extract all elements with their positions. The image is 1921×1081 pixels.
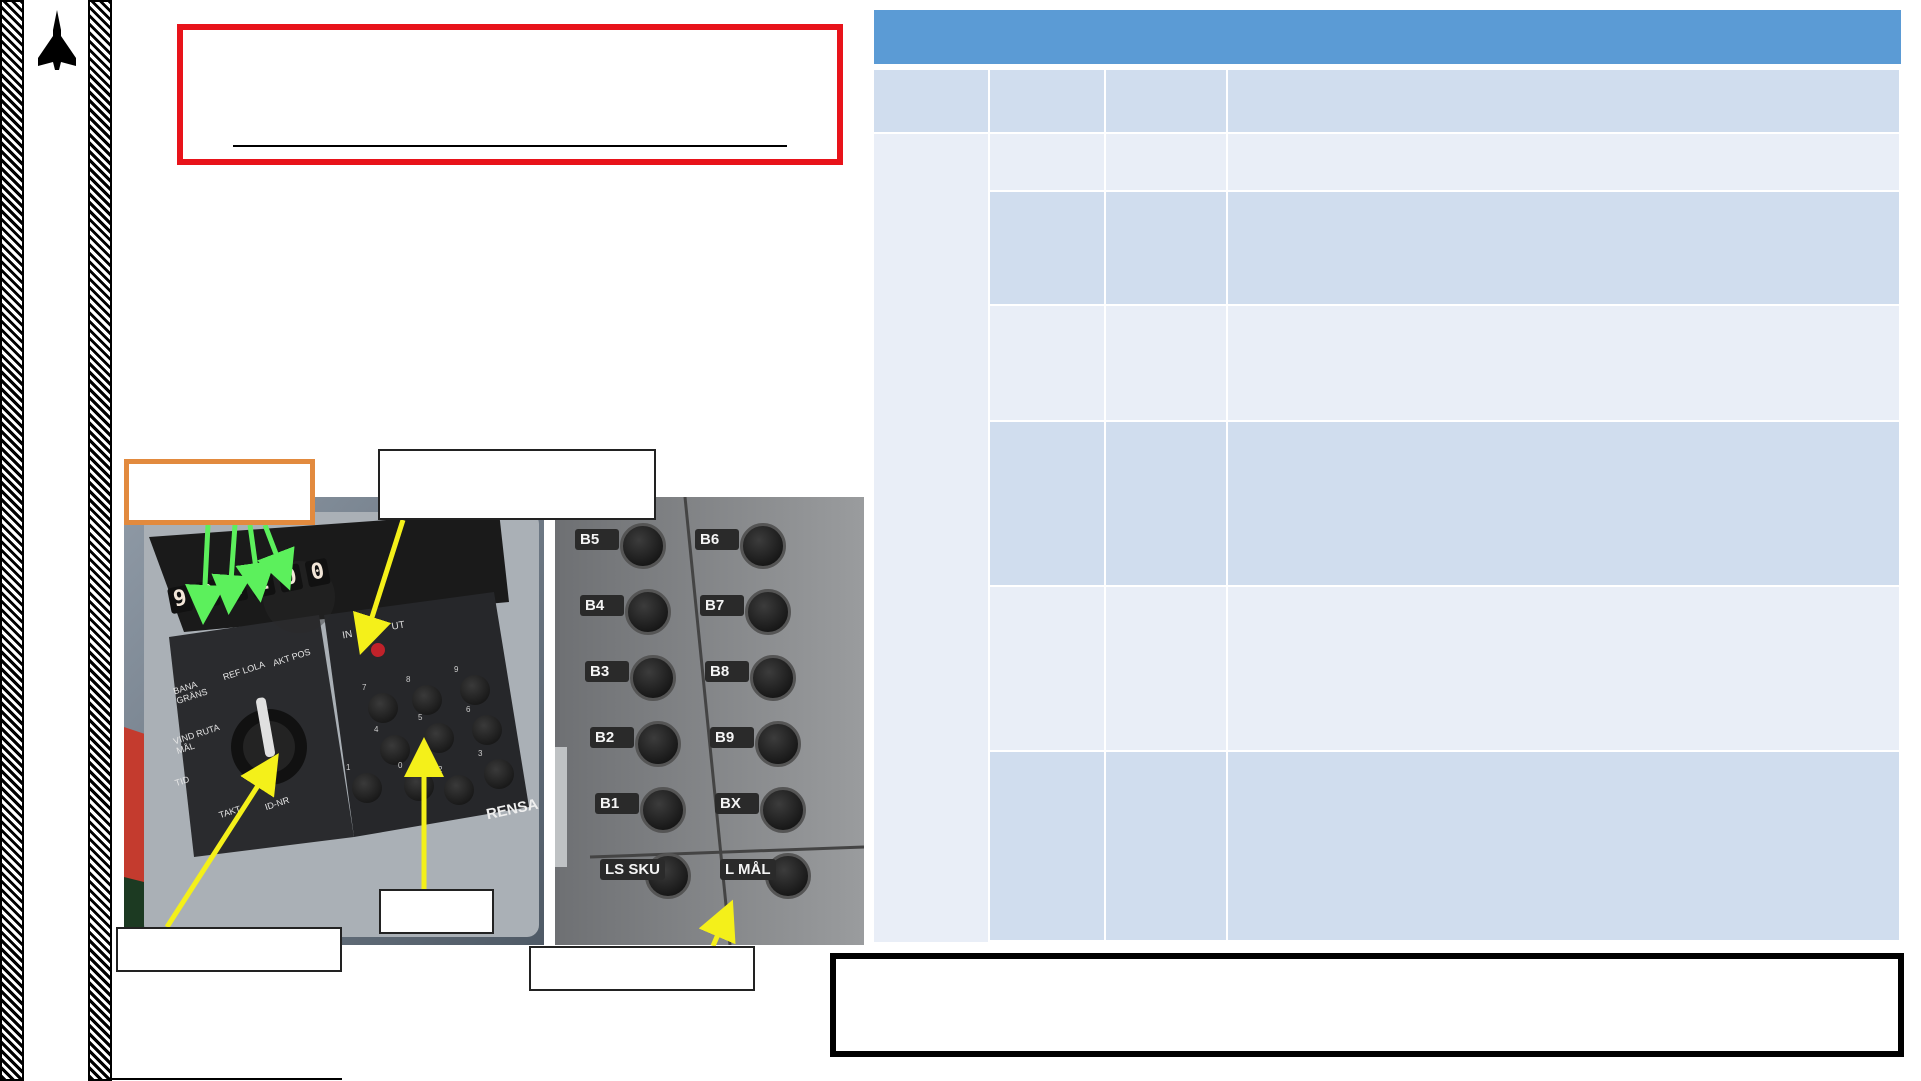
table-cell — [1228, 134, 1899, 190]
table-cell — [1106, 587, 1226, 750]
green-arrow-4 — [257, 524, 295, 591]
yellow-arrow-indicator — [353, 519, 406, 656]
table-cell — [1228, 192, 1899, 304]
table-cell — [990, 587, 1104, 750]
table-cell — [990, 422, 1104, 585]
counter-callout — [124, 459, 315, 525]
table-column-header — [874, 70, 988, 132]
table-column-header — [990, 70, 1104, 132]
footer-line — [112, 1078, 342, 1080]
green-arrow-2 — [211, 524, 252, 615]
green-arrow-3 — [235, 524, 276, 603]
yellow-arrow-button — [698, 899, 736, 947]
table-cell — [1106, 422, 1226, 585]
note-box — [830, 953, 1904, 1057]
table-column-header — [1106, 70, 1226, 132]
table-cell — [1106, 192, 1226, 304]
table-cell — [1106, 134, 1226, 190]
table-cell — [1106, 752, 1226, 940]
table-cell — [990, 134, 1104, 190]
keypad-callout — [379, 889, 494, 934]
button-callout — [529, 946, 755, 991]
selector-callout — [116, 927, 342, 972]
table-cell — [1106, 306, 1226, 420]
table-column-header — [1228, 70, 1899, 132]
indicator-callout — [378, 449, 656, 520]
table-header — [874, 10, 1901, 64]
table-cell — [990, 192, 1104, 304]
table-cell — [1228, 306, 1899, 420]
green-arrow-1 — [185, 524, 225, 625]
table-cell — [1228, 587, 1899, 750]
yellow-arrow-selector — [164, 753, 279, 929]
table-cell — [990, 306, 1104, 420]
table-cell — [1228, 752, 1899, 940]
table-group-cell — [874, 134, 988, 942]
table-cell — [1228, 422, 1899, 585]
table-cell — [990, 752, 1104, 940]
